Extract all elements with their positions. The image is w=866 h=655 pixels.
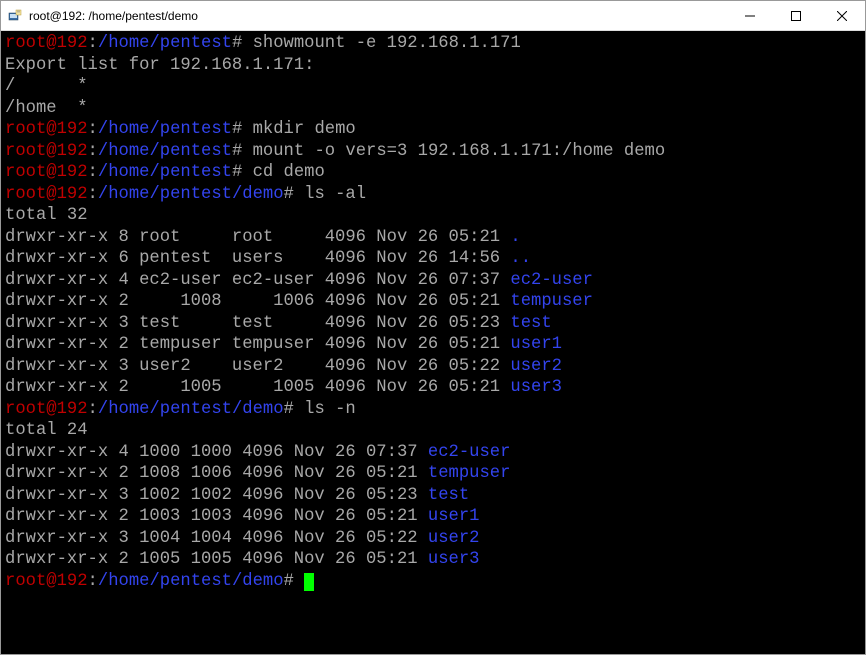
terminal-output[interactable]: root@192:/home/pentest# showmount -e 192… bbox=[1, 31, 865, 654]
window-controls bbox=[727, 1, 865, 30]
maximize-button[interactable] bbox=[773, 1, 819, 30]
titlebar: root@192: /home/pentest/demo bbox=[1, 1, 865, 31]
app-window: root@192: /home/pentest/demo root@192:/h… bbox=[0, 0, 866, 655]
window-title: root@192: /home/pentest/demo bbox=[29, 9, 727, 23]
minimize-button[interactable] bbox=[727, 1, 773, 30]
cursor bbox=[304, 573, 314, 591]
close-button[interactable] bbox=[819, 1, 865, 30]
putty-icon bbox=[7, 8, 23, 24]
